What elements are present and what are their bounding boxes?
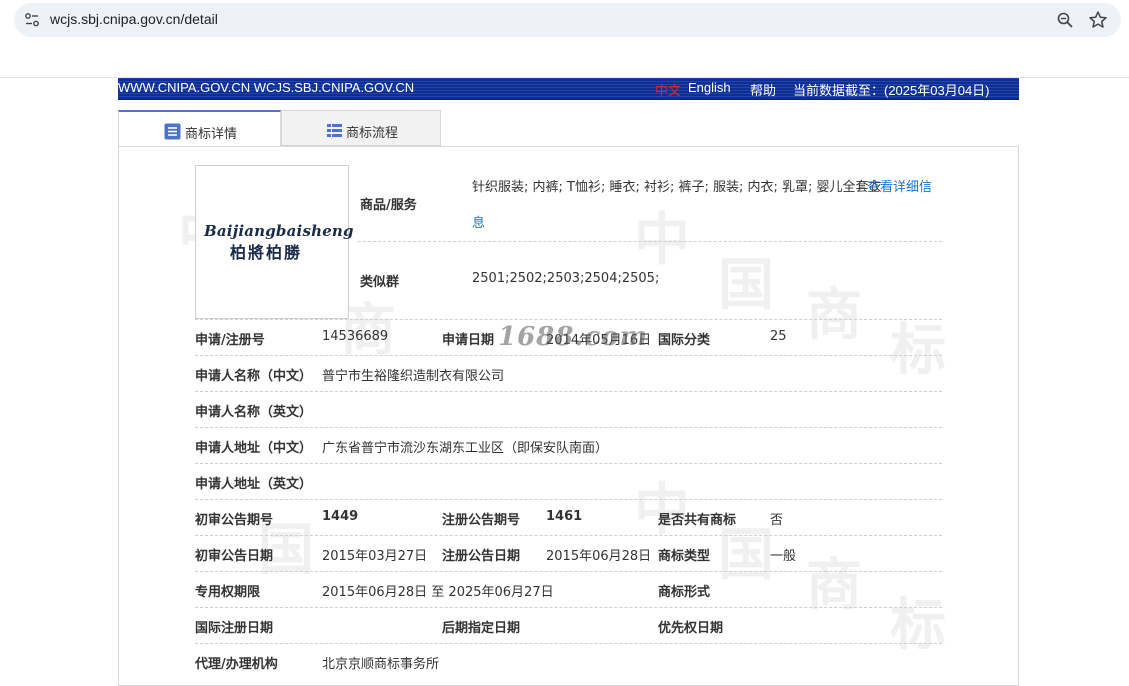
url-text[interactable]: wcjs.sbj.cnipa.gov.cn/detail [50, 11, 218, 27]
row-divider [195, 319, 942, 320]
apply-date-label: 申请日期 [442, 333, 495, 348]
row-divider [195, 607, 942, 608]
watermark-site: 1688.com [498, 322, 649, 352]
row-divider [195, 463, 942, 464]
intl-reg-date-label: 国际注册日期 [195, 621, 274, 636]
site-header: WWW.CNIPA.GOV.CN WCJS.SBJ.CNIPA.GOV.CN 中… [118, 78, 1019, 100]
watermark-char: 标 [890, 318, 946, 383]
applicant-en-label: 申请人名称（英文） [195, 405, 313, 420]
row-divider [195, 643, 942, 644]
goods-value: 针织服装; 内裤; T恤衫; 睡衣; 衬衫; 裤子; 服装; 内衣; 乳罩; 婴… [472, 180, 882, 195]
tab-flow-label: 商标流程 [346, 126, 399, 141]
trademark-image[interactable]: Baijiangbaisheng 柏將柏勝 [195, 165, 354, 319]
help-link[interactable]: 帮助 [750, 80, 776, 99]
row-divider [195, 535, 942, 536]
site-domains: WWW.CNIPA.GOV.CN WCJS.SBJ.CNIPA.GOV.CN [118, 80, 415, 95]
tm-type-value: 一般 [770, 549, 797, 564]
tab-trademark-flow[interactable]: 商标流程 [281, 110, 441, 146]
watermark-char: 中 [634, 478, 690, 543]
prelim-date-value: 2015年03月27日 [322, 549, 428, 564]
row-divider [195, 355, 942, 356]
goods-label: 商品/服务 [360, 198, 417, 213]
view-details-link-cont[interactable]: 息 [472, 212, 485, 231]
watermark-char: 国 [718, 253, 774, 318]
address-cn-value: 广东省普宁市流沙东湖东工业区（即保安队南面） [322, 441, 609, 456]
similar-group-value: 2501;2502;2503;2504;2505; [472, 271, 660, 286]
row-divider [195, 571, 942, 572]
prelim-no-value: 1449 [322, 509, 359, 524]
intl-class-value: 25 [770, 329, 787, 344]
browser-toolbar: wcjs.sbj.cnipa.gov.cn/detail [0, 0, 1129, 40]
reg-notice-date-value: 2015年06月28日 [546, 549, 652, 564]
prelim-no-label: 初审公告期号 [195, 513, 274, 528]
shared-value: 否 [770, 513, 784, 528]
row-divider [358, 241, 942, 242]
tab-bar: 商标详情 商标流程 [118, 110, 1019, 147]
priority-date-label: 优先权日期 [658, 621, 724, 636]
applicant-cn-label: 申请人名称（中文） [195, 369, 313, 384]
agent-label: 代理/办理机构 [195, 657, 278, 672]
similar-group-label: 类似群 [360, 275, 400, 290]
row-divider [195, 427, 942, 428]
address-bar[interactable]: wcjs.sbj.cnipa.gov.cn/detail [14, 3, 1121, 37]
later-date-label: 后期指定日期 [442, 621, 521, 636]
row-divider [195, 499, 942, 500]
tm-type-label: 商标类型 [658, 549, 711, 564]
reg-no-value: 14536689 [322, 329, 389, 344]
exclusive-label: 专用权期限 [195, 585, 261, 600]
logo-text-cn: 柏將柏勝 [230, 243, 303, 262]
watermark-char: 中 [634, 208, 690, 273]
data-date-text: 当前数据截至：(2025年03月04日) [793, 83, 990, 98]
zoom-icon[interactable] [1056, 11, 1074, 29]
address-cn-label: 申请人地址（中文） [195, 441, 313, 456]
watermark-char: 标 [890, 593, 946, 658]
watermark-char: 商 [806, 553, 862, 618]
prelim-date-label: 初审公告日期 [195, 549, 274, 564]
view-details-link[interactable]: 查看详细信 [867, 176, 932, 195]
watermark-char: 商 [806, 283, 862, 348]
shared-label: 是否共有商标 [658, 513, 737, 528]
lang-english-link[interactable]: English [688, 80, 731, 95]
agent-value: 北京京顺商标事务所 [322, 657, 440, 672]
grid-list-icon [327, 124, 342, 137]
bookmark-star-icon[interactable] [1088, 10, 1108, 30]
address-en-label: 申请人地址（英文） [195, 477, 313, 492]
reg-notice-date-label: 注册公告日期 [442, 549, 521, 564]
lang-chinese-link[interactable]: 中文 [655, 80, 681, 99]
tab-trademark-detail[interactable]: 商标详情 [118, 110, 281, 147]
site-info-icon[interactable] [24, 12, 40, 28]
exclusive-value: 2015年06月28日 至 2025年06月27日 [322, 585, 554, 600]
logo-text-en: Baijiangbaisheng [204, 222, 354, 240]
intl-class-label: 国际分类 [658, 333, 711, 348]
reg-no-label: 申请/注册号 [195, 333, 265, 348]
list-icon [164, 123, 181, 140]
applicant-cn-value: 普宁市生裕隆织造制衣有限公司 [322, 369, 505, 384]
tab-detail-label: 商标详情 [185, 127, 238, 142]
reg-notice-no-label: 注册公告期号 [442, 513, 521, 528]
tm-form-label: 商标形式 [658, 585, 711, 600]
reg-notice-no-value: 1461 [546, 509, 583, 524]
row-divider [195, 391, 942, 392]
